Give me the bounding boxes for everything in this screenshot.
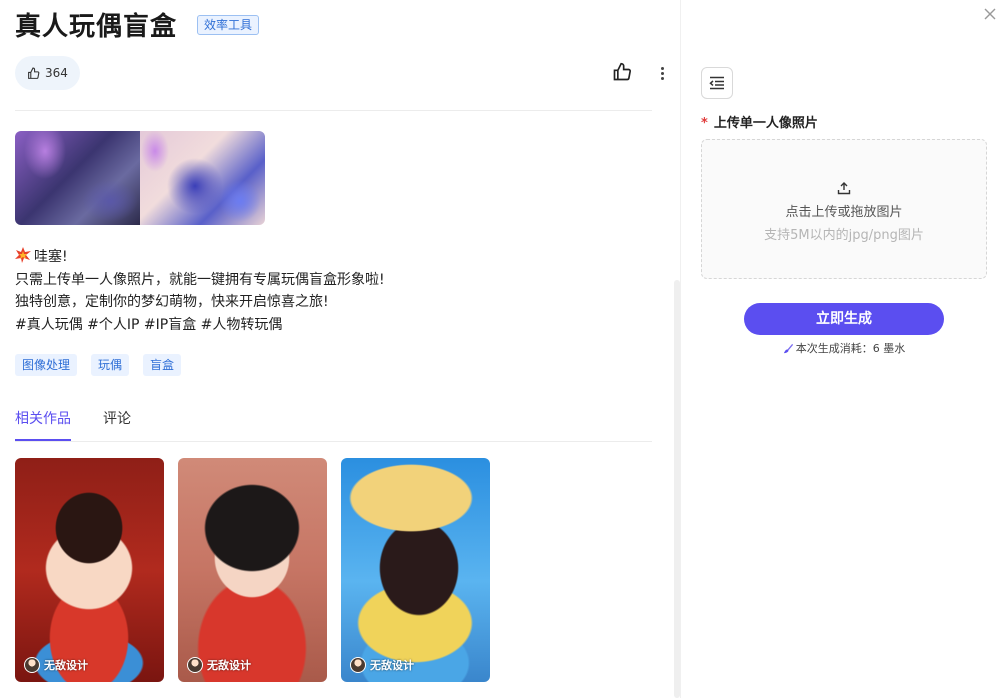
works-grid: 无敌设计 无敌设计 无敌设计 (15, 458, 490, 682)
upload-icon (837, 180, 851, 199)
preview-image-strip[interactable] (15, 131, 265, 225)
tab-related-works[interactable]: 相关作品 (15, 408, 71, 441)
description-line: 独特创意，定制你的梦幻萌物，快来开启惊喜之旅! (15, 294, 329, 310)
upload-limit: 支持5M以内的jpg/png图片 (764, 228, 924, 243)
work-author: 无敌设计 (350, 657, 414, 673)
work-image (15, 458, 164, 682)
cost-info: 本次生成消耗：6 墨水 (744, 340, 944, 356)
collision-emoji-icon (15, 247, 31, 263)
more-options-icon[interactable] (653, 62, 671, 84)
preview-image[interactable] (140, 131, 265, 225)
avatar (187, 657, 203, 673)
description-hashtags: #真人玩偶 #个人IP #IP盲盒 #人物转玩偶 (15, 316, 283, 333)
tag[interactable]: 图像处理 (15, 354, 78, 376)
tab-comments[interactable]: 评论 (103, 408, 131, 441)
upload-label: * 上传单一人像照片 (701, 116, 818, 131)
like-count: 364 (45, 66, 68, 80)
category-badge[interactable]: 效率工具 (197, 14, 260, 35)
close-icon[interactable] (983, 6, 999, 22)
required-mark: * (701, 116, 708, 131)
ink-brush-icon (783, 343, 793, 354)
tag[interactable]: 玩偶 (91, 354, 130, 376)
preview-image[interactable] (15, 131, 140, 225)
thumbs-up-icon (28, 67, 40, 79)
description-line: 只需上传单一人像照片，就能一键拥有专属玩偶盲盒形象啦! (15, 271, 385, 288)
work-image (341, 458, 490, 682)
thumbs-up-icon (613, 62, 632, 81)
work-author: 无敌设计 (24, 657, 88, 673)
work-card[interactable]: 无敌设计 (341, 458, 490, 682)
like-button[interactable] (612, 62, 634, 84)
tag-list: 图像处理 玩偶 盲盒 (15, 354, 182, 376)
page-title: 真人玩偶盲盒 (15, 12, 178, 42)
work-author: 无敌设计 (187, 657, 251, 673)
title-row: 真人玩偶盲盒 效率工具 (15, 6, 260, 43)
collapse-panel-button[interactable] (701, 67, 733, 99)
description: 哇塞! 只需上传单一人像照片，就能一键拥有专属玩偶盲盒形象啦! 独特创意，定制你… (15, 246, 385, 336)
tag[interactable]: 盲盒 (143, 354, 182, 376)
avatar (24, 657, 40, 673)
indent-menu-icon (709, 76, 724, 90)
image-upload-dropzone[interactable]: 点击上传或拖放图片 支持5M以内的jpg/png图片 (701, 139, 987, 279)
work-image (178, 458, 327, 682)
divider (15, 110, 652, 111)
upload-hint: 点击上传或拖放图片 (785, 205, 903, 220)
divider (15, 441, 652, 442)
like-count-button[interactable]: 364 (15, 56, 80, 90)
generate-button[interactable]: 立即生成 (744, 303, 944, 335)
panel-divider (680, 0, 681, 698)
work-card[interactable]: 无敌设计 (15, 458, 164, 682)
work-card[interactable]: 无敌设计 (178, 458, 327, 682)
description-line: 哇塞! (15, 246, 385, 269)
left-panel: 真人玩偶盲盒 效率工具 364 哇塞! 只需上传单一人像照片，就能一键拥有专属玩… (0, 0, 680, 698)
tab-bar: 相关作品 评论 (15, 408, 131, 441)
avatar (350, 657, 366, 673)
